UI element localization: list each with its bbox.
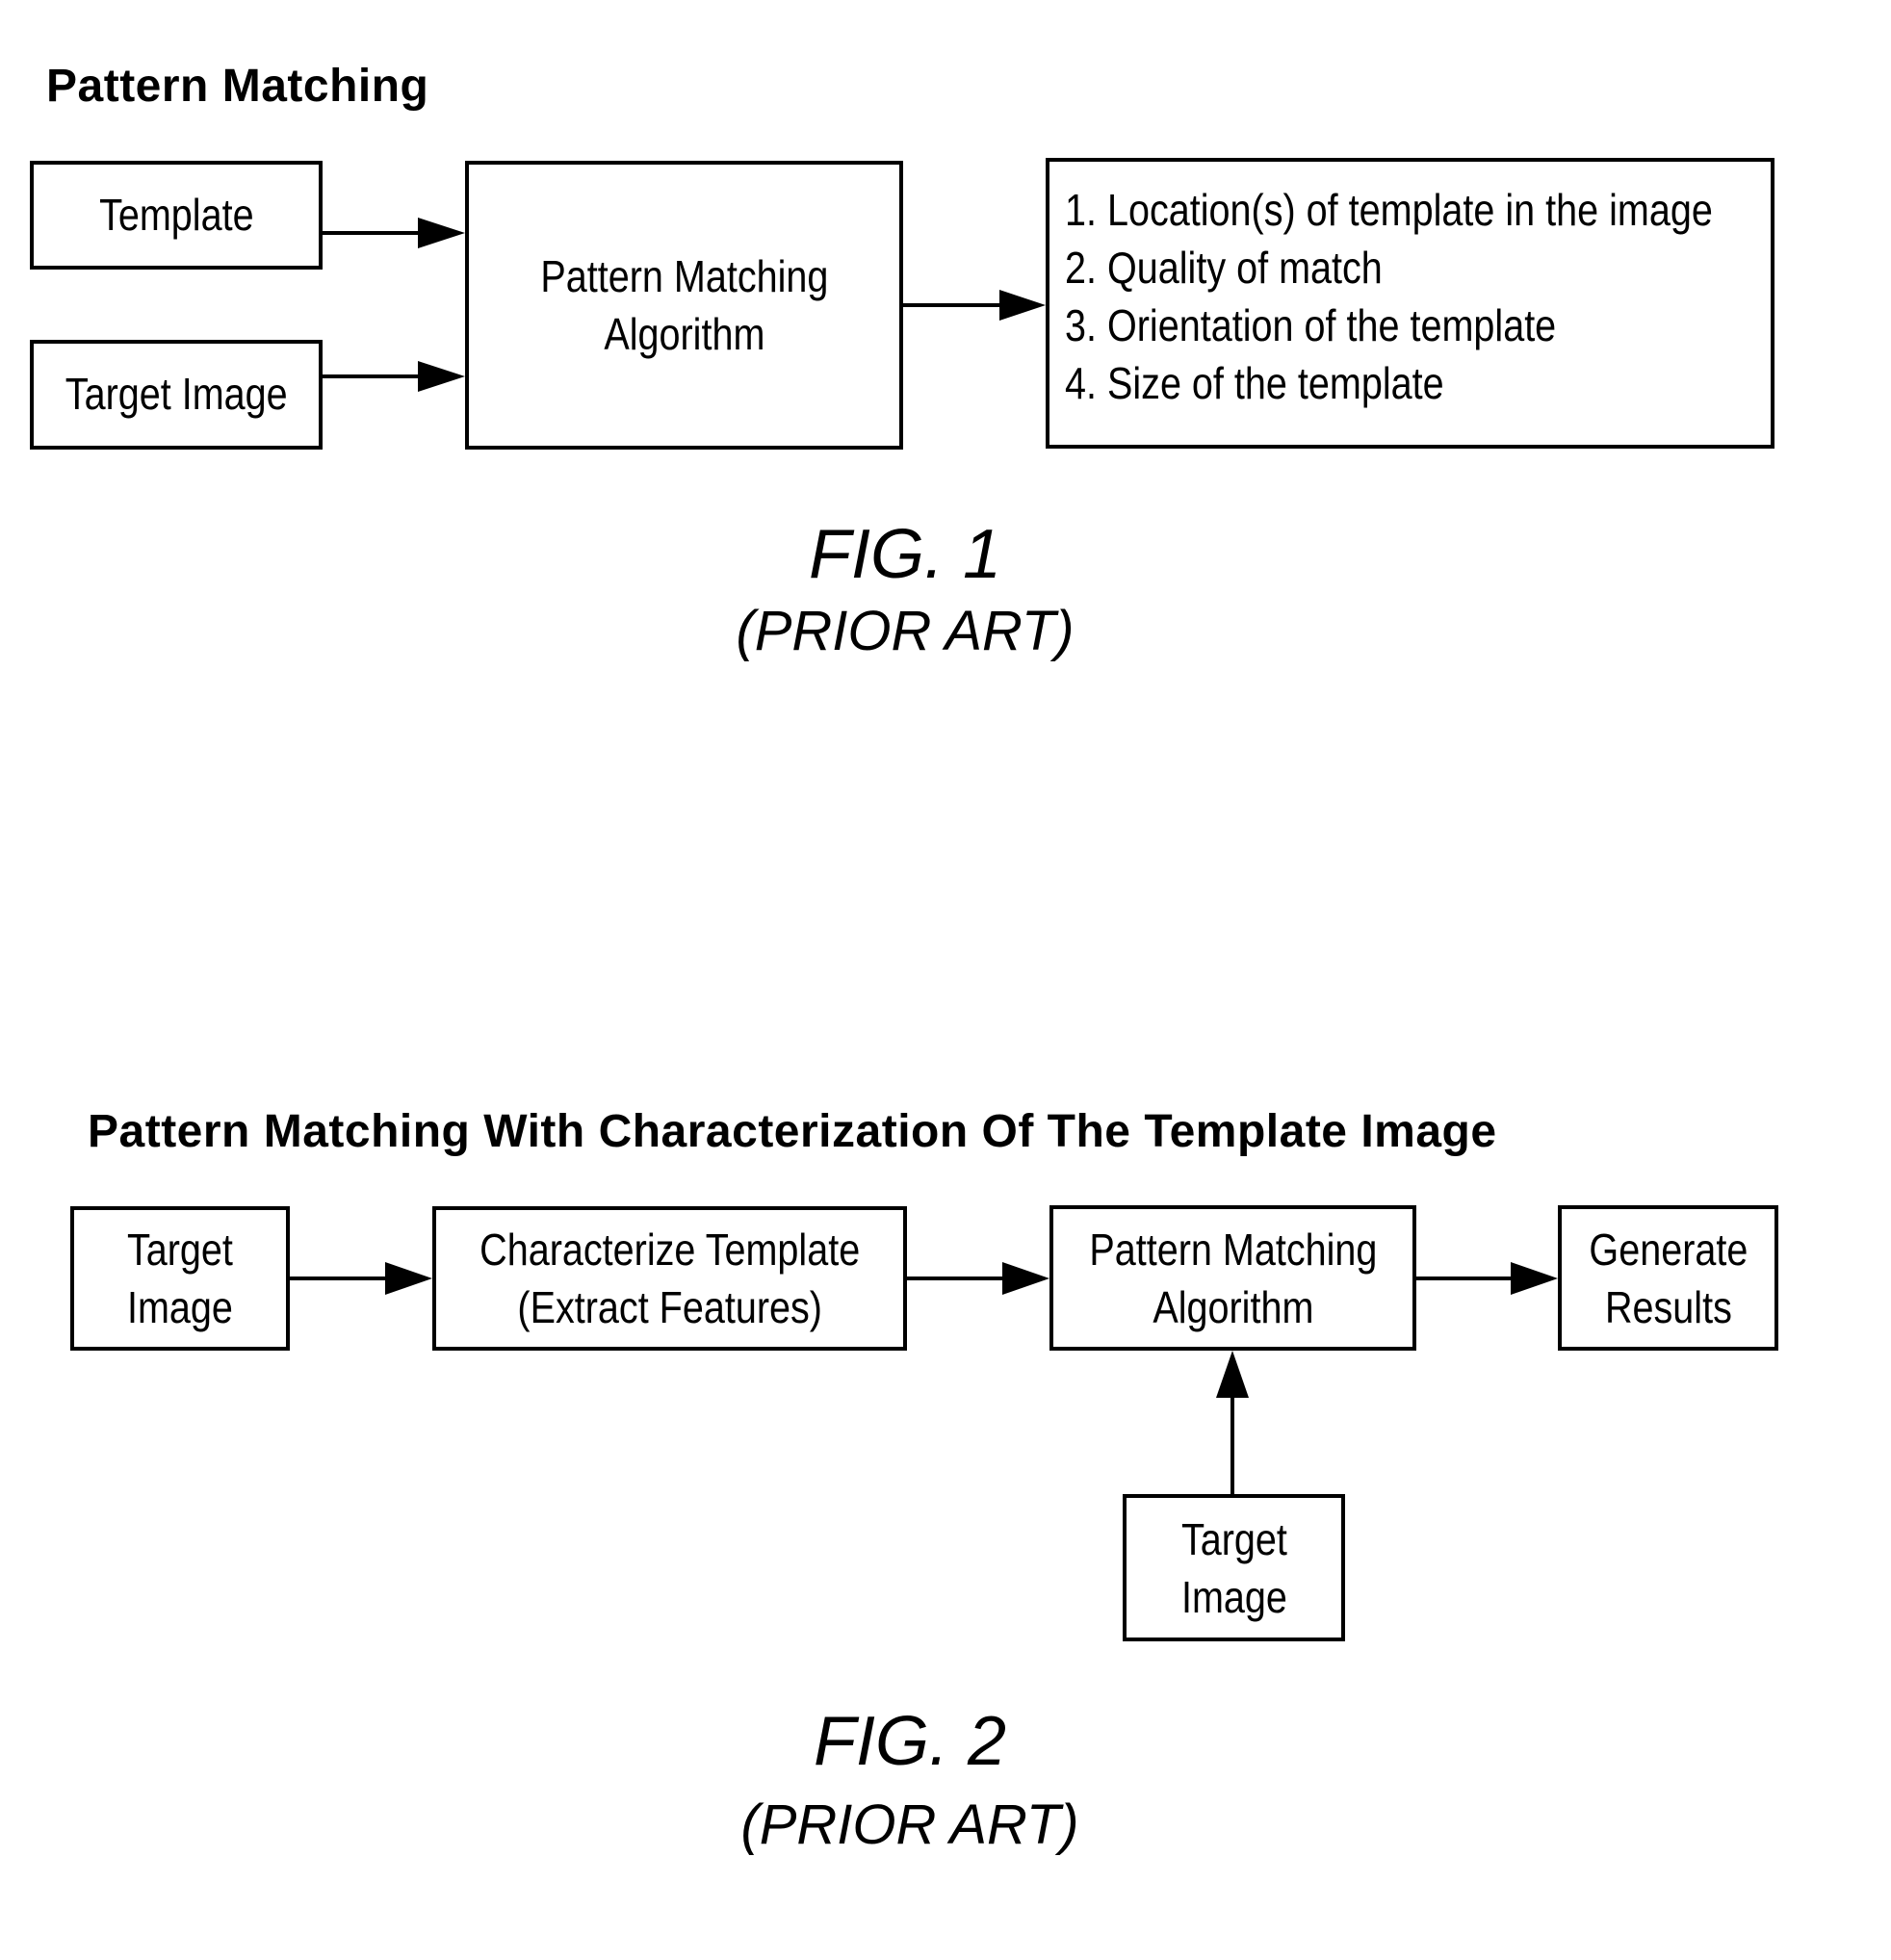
fig2-sublabel: (PRIOR ART) <box>740 1793 1079 1856</box>
fig1-target-image-label: Target Image <box>65 369 288 420</box>
arrowhead-icon <box>418 218 465 248</box>
fig1-results-box: 1. Location(s) of template in the image … <box>1046 158 1774 449</box>
arrowhead-icon <box>1511 1262 1558 1295</box>
arrowhead-icon <box>418 361 465 392</box>
fig2-algorithm-label: Pattern Matching Algorithm <box>1088 1224 1378 1332</box>
fig2-label: FIG. 2 <box>813 1703 1007 1780</box>
fig1-template-label: Template <box>98 189 254 240</box>
fig1-template-box: Template <box>30 161 323 270</box>
fig1-result-item: 1. Location(s) of template in the image <box>1065 185 1713 235</box>
fig2-title: Pattern Matching With Characterization O… <box>88 1106 1497 1157</box>
fig1-result-item: 4. Size of the template <box>1065 358 1444 408</box>
fig1-result-item: 3. Orientation of the template <box>1065 300 1557 350</box>
fig2-target-image-bottom-box: Target Image <box>1123 1494 1345 1641</box>
arrowhead-icon <box>385 1262 432 1295</box>
fig1-title: Pattern Matching <box>46 61 429 112</box>
fig1-sublabel: (PRIOR ART) <box>736 600 1075 662</box>
arrowhead-icon <box>999 290 1046 321</box>
fig2-generate-results-label: Generate Results <box>1589 1224 1748 1332</box>
fig2-target-image-bottom-label: Target Image <box>1180 1513 1287 1622</box>
fig1-algorithm-box: Pattern Matching Algorithm <box>465 161 903 450</box>
arrowhead-icon <box>1002 1262 1049 1295</box>
fig1-label: FIG. 1 <box>808 516 1002 593</box>
fig1-algorithm-label: Pattern Matching Algorithm <box>539 251 829 359</box>
fig2-characterize-box: Characterize Template (Extract Features) <box>432 1206 907 1351</box>
fig1-target-image-box: Target Image <box>30 340 323 450</box>
fig2-target-image-box: Target Image <box>70 1206 290 1351</box>
fig2-algorithm-box: Pattern Matching Algorithm <box>1049 1205 1416 1351</box>
fig2-target-image-label: Target Image <box>127 1225 233 1332</box>
fig2-generate-results-box: Generate Results <box>1558 1205 1778 1351</box>
fig2-characterize-label: Characterize Template (Extract Features) <box>479 1225 861 1332</box>
arrowhead-icon <box>1216 1351 1249 1398</box>
fig1-results-list: 1. Location(s) of template in the image … <box>1065 181 1713 412</box>
fig1-result-item: 2. Quality of match <box>1065 243 1383 293</box>
